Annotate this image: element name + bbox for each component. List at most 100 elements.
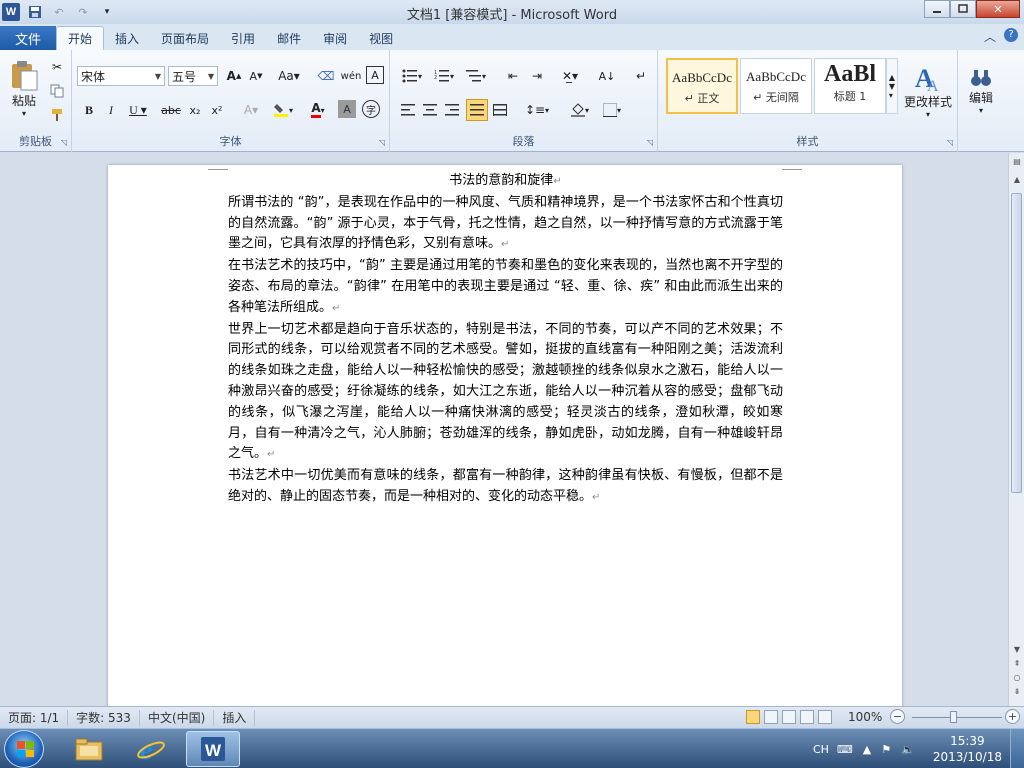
change-case-icon[interactable]: Aa▾ <box>276 66 302 86</box>
subscript-icon[interactable]: x₂ <box>186 100 204 120</box>
clear-formatting-icon[interactable]: ⌫ <box>316 66 336 86</box>
justify-icon[interactable] <box>466 99 488 121</box>
show-formatting-marks-icon[interactable]: ↵ <box>632 66 650 86</box>
document-body[interactable]: 书法的意韵和旋律↵ 所谓书法的 “韵”，是表现在作品中的一种风度、气质和精神境界… <box>228 171 783 509</box>
explorer-taskbar-icon[interactable] <box>62 731 116 767</box>
font-color-icon[interactable]: A ▾ <box>304 100 332 120</box>
show-hidden-icons-icon[interactable]: ▲ <box>863 743 871 756</box>
save-icon[interactable] <box>26 3 44 21</box>
distributed-icon[interactable] <box>490 100 510 120</box>
show-desktop-button[interactable] <box>1010 729 1024 768</box>
phonetic-guide-icon[interactable]: wén <box>340 66 362 86</box>
styles-gallery-scroll[interactable]: ▲ ▼ ▾ <box>886 58 898 114</box>
decrease-indent-icon[interactable]: ⇤ <box>502 66 524 86</box>
tab-mailings[interactable]: 邮件 <box>266 26 312 50</box>
grow-font-icon[interactable]: A ▲ <box>224 66 244 86</box>
scroll-down-icon[interactable]: ▼ <box>1011 645 1023 657</box>
clock[interactable]: 15:39 2013/10/18 <box>933 733 1002 765</box>
tab-page-layout[interactable]: 页面布局 <box>150 26 220 50</box>
styles-launcher-icon[interactable]: ◹ <box>947 138 953 147</box>
word-taskbar-icon[interactable]: W <box>186 731 240 767</box>
internet-explorer-taskbar-icon[interactable]: e <box>124 731 178 767</box>
tab-home[interactable]: 开始 <box>56 26 105 50</box>
highlight-color-icon[interactable]: ▾ <box>268 100 298 120</box>
start-button[interactable] <box>4 730 44 768</box>
select-browse-object-icon[interactable]: ○ <box>1011 673 1023 685</box>
zoom-out-icon[interactable]: − <box>890 709 905 724</box>
ime-indicator[interactable]: CH <box>813 743 829 756</box>
tab-insert[interactable]: 插入 <box>104 26 150 50</box>
undo-icon[interactable]: ↶ <box>50 3 68 21</box>
font-launcher-icon[interactable]: ◹ <box>379 138 385 147</box>
format-painter-icon[interactable] <box>48 106 66 124</box>
print-layout-view-icon[interactable] <box>746 710 760 724</box>
redo-icon[interactable]: ↷ <box>74 3 92 21</box>
underline-icon[interactable]: U ▾ <box>124 100 152 120</box>
close-button[interactable]: ✕ <box>976 0 1020 18</box>
editing-button[interactable]: 编辑 ▾ <box>962 56 1000 126</box>
line-spacing-icon[interactable]: ↕≡ ▾ <box>524 100 550 120</box>
customize-qat-icon[interactable]: ▾ <box>98 3 116 21</box>
maximize-button[interactable] <box>950 0 976 18</box>
asian-layout-icon[interactable]: ✕̲▾ <box>556 66 584 86</box>
paste-button[interactable]: 粘贴 ▾ <box>6 56 42 122</box>
tab-view[interactable]: 视图 <box>358 26 404 50</box>
tab-file[interactable]: 文件 <box>0 26 56 50</box>
zoom-level[interactable]: 100% <box>848 710 882 724</box>
document-page[interactable]: 书法的意韵和旋律↵ 所谓书法的 “韵”，是表现在作品中的一种风度、气质和精神境界… <box>108 165 902 706</box>
font-name-combo[interactable]: 宋体 ▼ <box>77 66 165 86</box>
align-center-icon[interactable] <box>420 100 440 120</box>
character-shading-icon[interactable]: A <box>338 100 356 118</box>
previous-page-icon[interactable]: ⇞ <box>1011 659 1023 671</box>
volume-icon[interactable]: 🔈 <box>901 743 915 756</box>
sort-icon[interactable]: A↓ <box>596 66 618 86</box>
scroll-up-icon[interactable]: ▲ <box>1011 175 1023 187</box>
text-effects-icon[interactable]: A▾ <box>238 100 264 120</box>
strikethrough-icon[interactable]: abc <box>160 100 182 120</box>
borders-icon[interactable]: ▾ <box>598 100 626 120</box>
draft-view-icon[interactable] <box>818 710 832 724</box>
tab-review[interactable]: 审阅 <box>312 26 358 50</box>
word-app-icon[interactable]: W <box>2 3 20 21</box>
enclose-characters-icon[interactable]: 字 <box>362 100 380 118</box>
superscript-icon[interactable]: x² <box>208 100 226 120</box>
style-heading-1[interactable]: AaBl 标题 1 <box>814 58 886 114</box>
zoom-slider-thumb[interactable] <box>950 711 957 723</box>
language-indicator[interactable]: 中文(中国) <box>140 709 215 726</box>
full-screen-reading-icon[interactable] <box>764 710 778 724</box>
action-center-flag-icon[interactable]: ⚑ <box>881 743 891 756</box>
help-icon[interactable]: ? <box>1004 28 1018 42</box>
style-normal[interactable]: AaBbCcDc ↵ 正文 <box>666 58 738 114</box>
zoom-slider-track[interactable] <box>912 717 1002 718</box>
zoom-in-icon[interactable]: + <box>1005 709 1020 724</box>
shrink-font-icon[interactable]: A ▼ <box>246 66 266 86</box>
bold-icon[interactable]: B <box>80 100 98 120</box>
character-border-icon[interactable]: A <box>366 66 384 84</box>
tab-references[interactable]: 引用 <box>220 26 266 50</box>
numbering-icon[interactable]: 1 2 ▾ <box>430 66 458 86</box>
change-styles-button[interactable]: AA 更改样式 ▾ <box>902 56 954 126</box>
bullets-icon[interactable]: ▾ <box>398 66 426 86</box>
page-count[interactable]: 页面: 1/1 <box>0 709 69 726</box>
align-right-icon[interactable] <box>442 100 462 120</box>
keyboard-icon[interactable]: ⌨ <box>837 743 853 756</box>
minimize-button[interactable] <box>924 0 950 18</box>
shading-icon[interactable]: ▾ <box>566 100 594 120</box>
ruler-toggle-icon[interactable]: ▤ <box>1011 157 1023 169</box>
web-layout-icon[interactable] <box>782 710 796 724</box>
next-page-icon[interactable]: ⇟ <box>1011 687 1023 699</box>
minimize-ribbon-icon[interactable]: ︿ <box>984 28 996 45</box>
increase-indent-icon[interactable]: ⇥ <box>526 66 548 86</box>
clipboard-launcher-icon[interactable]: ◹ <box>61 138 67 147</box>
word-count[interactable]: 字数: 533 <box>68 709 140 726</box>
cut-icon[interactable]: ✂ <box>48 58 66 76</box>
vertical-scrollbar[interactable]: ▤ ▲ ▼ ⇞ ○ ⇟ <box>1008 153 1024 706</box>
font-size-combo[interactable]: 五号 ▼ <box>168 66 218 86</box>
paragraph-launcher-icon[interactable]: ◹ <box>647 138 653 147</box>
insert-mode[interactable]: 插入 <box>214 709 256 726</box>
italic-icon[interactable]: I <box>102 100 120 120</box>
copy-icon[interactable] <box>48 82 66 100</box>
align-left-icon[interactable] <box>398 100 418 120</box>
outline-view-icon[interactable] <box>800 710 814 724</box>
multilevel-list-icon[interactable]: ▾ <box>462 66 490 86</box>
